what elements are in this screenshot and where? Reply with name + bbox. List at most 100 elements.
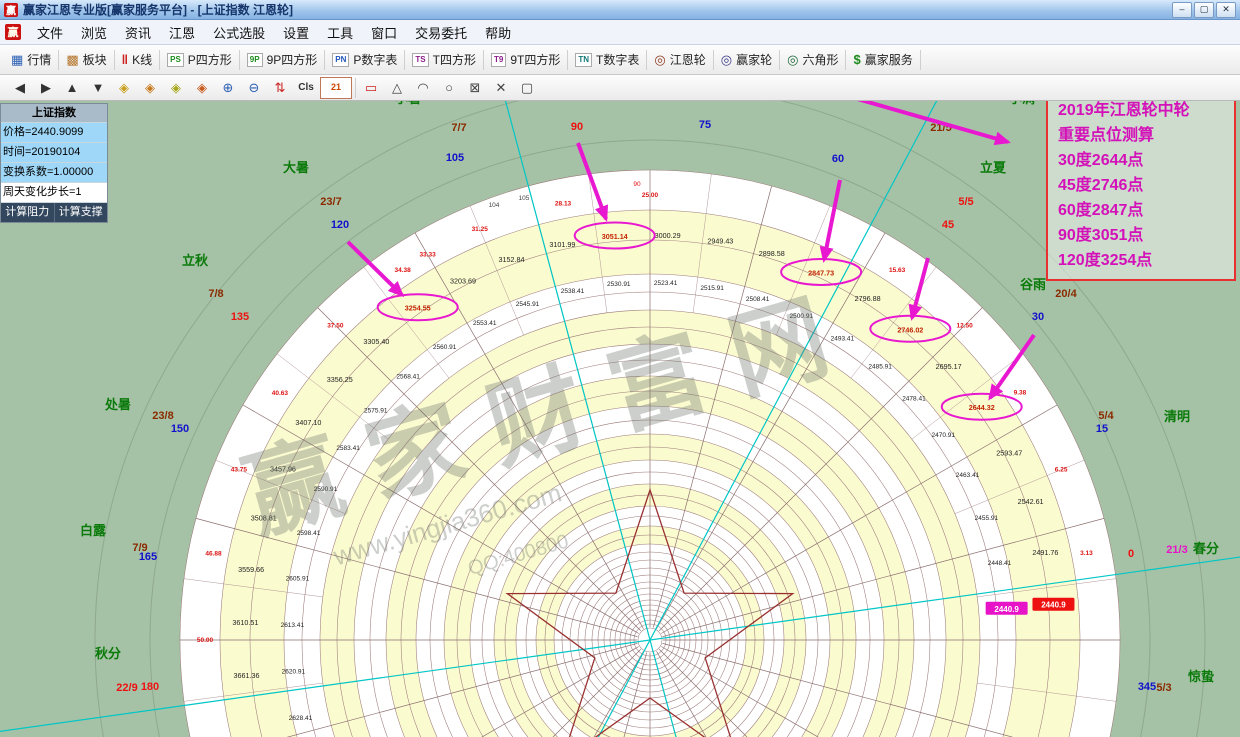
svg-text:3051.14: 3051.14 (602, 232, 628, 241)
toolbar-item-quotes[interactable]: ▦行情 (5, 48, 57, 71)
menu-item-8[interactable]: 交易委托 (406, 21, 476, 44)
svg-text:2644.32: 2644.32 (969, 403, 995, 412)
svg-text:2695.17: 2695.17 (936, 362, 962, 371)
svg-text:3305.40: 3305.40 (363, 337, 389, 346)
toolbar-item-winner-wheel[interactable]: ◎赢家轮 (715, 48, 778, 71)
calc-button-0[interactable]: 计算阻力 (1, 203, 54, 222)
annotation-line-6: 120度3254点 (1058, 248, 1224, 273)
svg-text:3661.36: 3661.36 (234, 671, 260, 680)
toolbar-separator (114, 50, 115, 70)
svg-text:2628.41: 2628.41 (289, 715, 313, 722)
updown-arrows-button[interactable]: ⇅ (268, 78, 292, 98)
menu-item-2[interactable]: 资讯 (116, 21, 160, 44)
annotation-line-0: 2019年江恩轮中轮 (1058, 98, 1224, 123)
title-bar: 赢 赢家江恩专业版[赢家服务平台] - [上证指数 江恩轮] –▢✕ (0, 0, 1240, 20)
winner-wheel-icon: ◎ (721, 53, 732, 66)
toolbar-item-t-table[interactable]: TNT数字表 (569, 48, 645, 71)
annotation-line-2: 30度2644点 (1058, 148, 1224, 173)
p-square-icon: PS (167, 53, 184, 67)
svg-text:2515.91: 2515.91 (700, 285, 724, 292)
svg-text:2605.91: 2605.91 (286, 575, 310, 582)
svg-text:28.13: 28.13 (555, 201, 572, 208)
svg-text:立夏: 立夏 (980, 160, 1007, 175)
toolbar-item-kline[interactable]: ‖K线 (116, 48, 158, 71)
svg-text:0: 0 (1128, 548, 1134, 560)
svg-text:90: 90 (571, 121, 583, 133)
svg-text:345: 345 (1138, 681, 1156, 693)
index-name: 上证指数 (1, 104, 107, 122)
svg-text:6.25: 6.25 (1055, 467, 1068, 474)
cross-tool-button[interactable]: ✕ (489, 78, 513, 98)
nav-left-button[interactable]: ◀ (8, 78, 32, 98)
toolbar-item-p-square[interactable]: PSP四方形 (161, 48, 238, 71)
menu-item-0[interactable]: 文件 (28, 21, 72, 44)
circle-tool-button[interactable]: ○ (437, 78, 461, 98)
toolbar-item-sectors[interactable]: ▩板块 (60, 48, 112, 71)
svg-text:2796.88: 2796.88 (855, 294, 881, 303)
svg-text:3610.51: 3610.51 (232, 618, 258, 627)
toolbar-item-hexagon[interactable]: ◎六角形 (781, 48, 844, 71)
svg-text:2523.41: 2523.41 (654, 280, 678, 287)
zoom-out-button[interactable]: ⊖ (242, 78, 266, 98)
gann-wheel-label: 江恩轮 (670, 51, 706, 68)
hexagon-label: 六角形 (802, 51, 838, 68)
rect-tool-button[interactable]: ▭ (359, 78, 383, 98)
svg-text:22/9: 22/9 (116, 682, 137, 694)
menu-item-6[interactable]: 工具 (318, 21, 362, 44)
app-logo-icon: 赢 (4, 3, 18, 17)
svg-text:180: 180 (141, 681, 159, 693)
diamond-3-button[interactable]: ◈ (164, 78, 188, 98)
triangle-tool-button[interactable]: △ (385, 78, 409, 98)
svg-text:惊蛰: 惊蛰 (1188, 669, 1214, 684)
svg-text:处暑: 处暑 (104, 397, 131, 412)
annotation-line-5: 90度3051点 (1058, 223, 1224, 248)
toolbar-item-9t-square[interactable]: T99T四方形 (485, 48, 566, 71)
select-tool-button[interactable]: ▢ (515, 78, 539, 98)
9t-square-icon: T9 (491, 53, 506, 67)
toolbar-item-gann-wheel[interactable]: ◎江恩轮 (648, 48, 711, 71)
menu-item-7[interactable]: 窗口 (362, 21, 406, 44)
minimize-button[interactable]: – (1172, 2, 1192, 18)
annotation-line-3: 45度2746点 (1058, 173, 1224, 198)
menu-item-9[interactable]: 帮助 (476, 21, 520, 44)
svg-text:90: 90 (633, 181, 641, 188)
pointer-up-button[interactable]: ▲ (60, 78, 84, 98)
maximize-button[interactable]: ▢ (1194, 2, 1214, 18)
menu-item-4[interactable]: 公式选股 (204, 21, 274, 44)
svg-text:2470.91: 2470.91 (932, 432, 956, 439)
toolbar-item-winner-service[interactable]: $赢家服务 (847, 48, 918, 71)
svg-text:3254.55: 3254.55 (405, 304, 431, 313)
svg-text:立秋: 立秋 (182, 253, 209, 268)
close-button[interactable]: ✕ (1216, 2, 1236, 18)
svg-text:2613.41: 2613.41 (281, 622, 305, 629)
pointer-down-button[interactable]: ▼ (86, 78, 110, 98)
svg-text:21/5: 21/5 (930, 122, 951, 134)
cls-button[interactable]: Cls (294, 78, 318, 98)
9p-square-label: 9P四方形 (267, 51, 318, 68)
calendar-button[interactable]: 21 (320, 77, 352, 99)
svg-text:2593.47: 2593.47 (996, 448, 1022, 457)
calc-button-1[interactable]: 计算支撑 (54, 203, 108, 222)
drawing-toolbar: ◀▶▲▼◈◈◈◈⊕⊖⇅Cls21▭△◠○⊠✕▢ (0, 75, 1240, 101)
menu-item-5[interactable]: 设置 (274, 21, 318, 44)
nav-right-button[interactable]: ▶ (34, 78, 58, 98)
diamond-2-button[interactable]: ◈ (138, 78, 162, 98)
diamond-1-button[interactable]: ◈ (112, 78, 136, 98)
svg-text:3000.29: 3000.29 (655, 231, 681, 240)
toolbar-separator (239, 50, 240, 70)
zoom-in-button[interactable]: ⊕ (216, 78, 240, 98)
menu-item-3[interactable]: 江恩 (160, 21, 204, 44)
menu-item-1[interactable]: 浏览 (72, 21, 116, 44)
toolbar-item-9p-square[interactable]: 9P9P四方形 (241, 48, 323, 71)
crossbox-tool-button[interactable]: ⊠ (463, 78, 487, 98)
info-row-2: 变换系数=1.00000 (1, 162, 107, 182)
annotation-line-1: 重要点位测算 (1058, 123, 1224, 148)
toolbar-item-t-square[interactable]: TST四方形 (406, 48, 482, 71)
annotation-line-4: 60度2847点 (1058, 198, 1224, 223)
svg-text:清明: 清明 (1164, 409, 1190, 424)
toolbar-item-p-table[interactable]: PNP数字表 (326, 48, 403, 71)
arc-tool-button[interactable]: ◠ (411, 78, 435, 98)
toolbar-separator (646, 50, 647, 70)
diamond-4-button[interactable]: ◈ (190, 78, 214, 98)
svg-text:21/3: 21/3 (1166, 544, 1187, 556)
